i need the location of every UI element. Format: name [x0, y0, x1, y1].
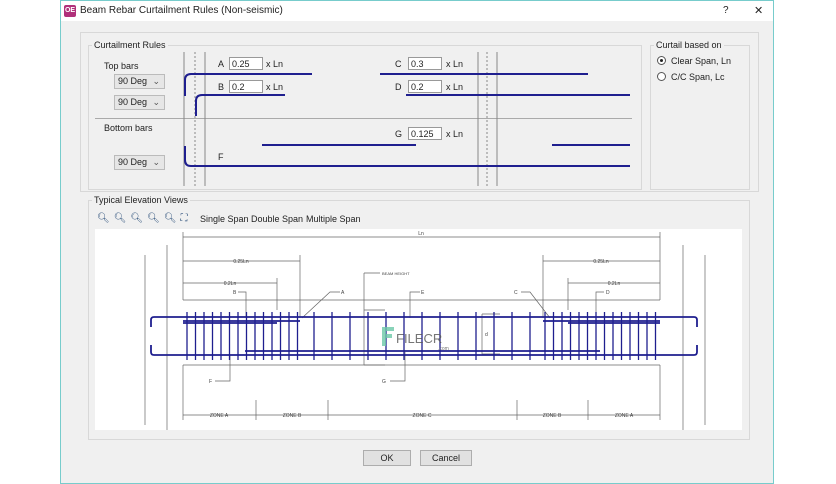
- leader-b: [238, 291, 247, 318]
- elevation-toolbar: 🔍︎ 🔍︎ 🔍︎ 🔍︎ 🔍︎ ⛶: [97, 213, 188, 227]
- c-input[interactable]: 0.3: [408, 57, 442, 70]
- curtail-based-on-group: [650, 45, 750, 190]
- label-c: C: [514, 290, 518, 296]
- cc-span-radio[interactable]: [657, 72, 666, 81]
- ln-label: Ln: [418, 231, 424, 237]
- fit-view-icon[interactable]: ⛶: [181, 213, 188, 227]
- label-f: F: [218, 152, 224, 162]
- label-d-depth: d: [485, 332, 488, 338]
- beam-height-label: BEAM HEIGHT: [382, 271, 410, 276]
- c-unit: x Ln: [446, 59, 464, 69]
- a-unit: x Ln: [266, 59, 284, 69]
- label-e: E: [421, 290, 425, 296]
- dim-02-right-label: 0.2Ln: [608, 281, 621, 287]
- tab-single-span[interactable]: Single Span: [200, 214, 249, 224]
- zone-a-left: ZONE A: [210, 413, 229, 419]
- rebar-f: [184, 146, 630, 167]
- zone-c: ZONE C: [413, 413, 432, 419]
- curtail-based-on-label: Curtail based on: [654, 40, 724, 50]
- zone-b-left: ZONE B: [283, 413, 302, 419]
- ok-button[interactable]: OK: [363, 450, 411, 466]
- zoom-extents-icon[interactable]: 🔍︎: [164, 213, 177, 227]
- label-g: G: [395, 129, 403, 139]
- b-input[interactable]: 0.2: [229, 80, 263, 93]
- watermark-logo: FILECR .com: [382, 327, 449, 352]
- top-continuous-bar: [150, 316, 698, 327]
- clear-span-radio[interactable]: [657, 56, 666, 65]
- cc-span-label[interactable]: C/C Span, Lc: [671, 72, 725, 82]
- rebar-b: [195, 94, 285, 116]
- dim-025-left-label: 0.25Ln: [233, 259, 249, 265]
- leader-d: [595, 291, 604, 318]
- label-f: F: [209, 379, 212, 385]
- clear-span-label[interactable]: Clear Span, Ln: [671, 56, 731, 66]
- d-unit: x Ln: [446, 82, 464, 92]
- label-d: D: [606, 290, 610, 296]
- label-b: B: [218, 82, 225, 92]
- b-unit: x Ln: [266, 82, 284, 92]
- elevation-drawing: Ln 0.25Ln 0.2Ln 0.25Ln 0.2Ln BEAM HEIGHT…: [144, 231, 706, 430]
- tab-multiple-span[interactable]: Multiple Span: [306, 214, 361, 224]
- g-unit: x Ln: [446, 129, 464, 139]
- label-g: G: [382, 379, 386, 385]
- leader-g: [390, 352, 406, 382]
- tab-double-span[interactable]: Double Span: [251, 214, 303, 224]
- a-input[interactable]: 0.25: [229, 57, 263, 70]
- zoom-window-icon[interactable]: 🔍︎: [114, 213, 127, 227]
- d-input[interactable]: 0.2: [408, 80, 442, 93]
- g-input[interactable]: 0.125: [408, 127, 442, 140]
- zone-a-right: ZONE A: [615, 413, 634, 419]
- zoom-in-icon[interactable]: 🔍︎: [97, 213, 110, 227]
- leader-a: [301, 291, 340, 319]
- zone-b-right: ZONE B: [543, 413, 562, 419]
- cancel-button[interactable]: Cancel: [420, 450, 472, 466]
- zoom-out-icon[interactable]: 🔍︎: [130, 213, 143, 227]
- label-a: A: [218, 59, 225, 69]
- elevation-views-label: Typical Elevation Views: [92, 195, 190, 205]
- bottom-continuous-bar: [150, 345, 698, 356]
- dim-02-left-label: 0.2Ln: [224, 281, 237, 287]
- label-c: C: [395, 59, 402, 69]
- label-a: A: [341, 290, 345, 296]
- leader-f: [215, 356, 231, 382]
- svg-text:.com: .com: [438, 346, 449, 352]
- dim-025-right-label: 0.25Ln: [593, 259, 609, 265]
- svg-text:FILECR: FILECR: [396, 331, 442, 346]
- label-b: B: [233, 290, 237, 296]
- label-d: D: [395, 82, 402, 92]
- leader-c: [521, 291, 551, 319]
- zoom-previous-icon[interactable]: 🔍︎: [147, 213, 160, 227]
- leader-e: [409, 291, 420, 318]
